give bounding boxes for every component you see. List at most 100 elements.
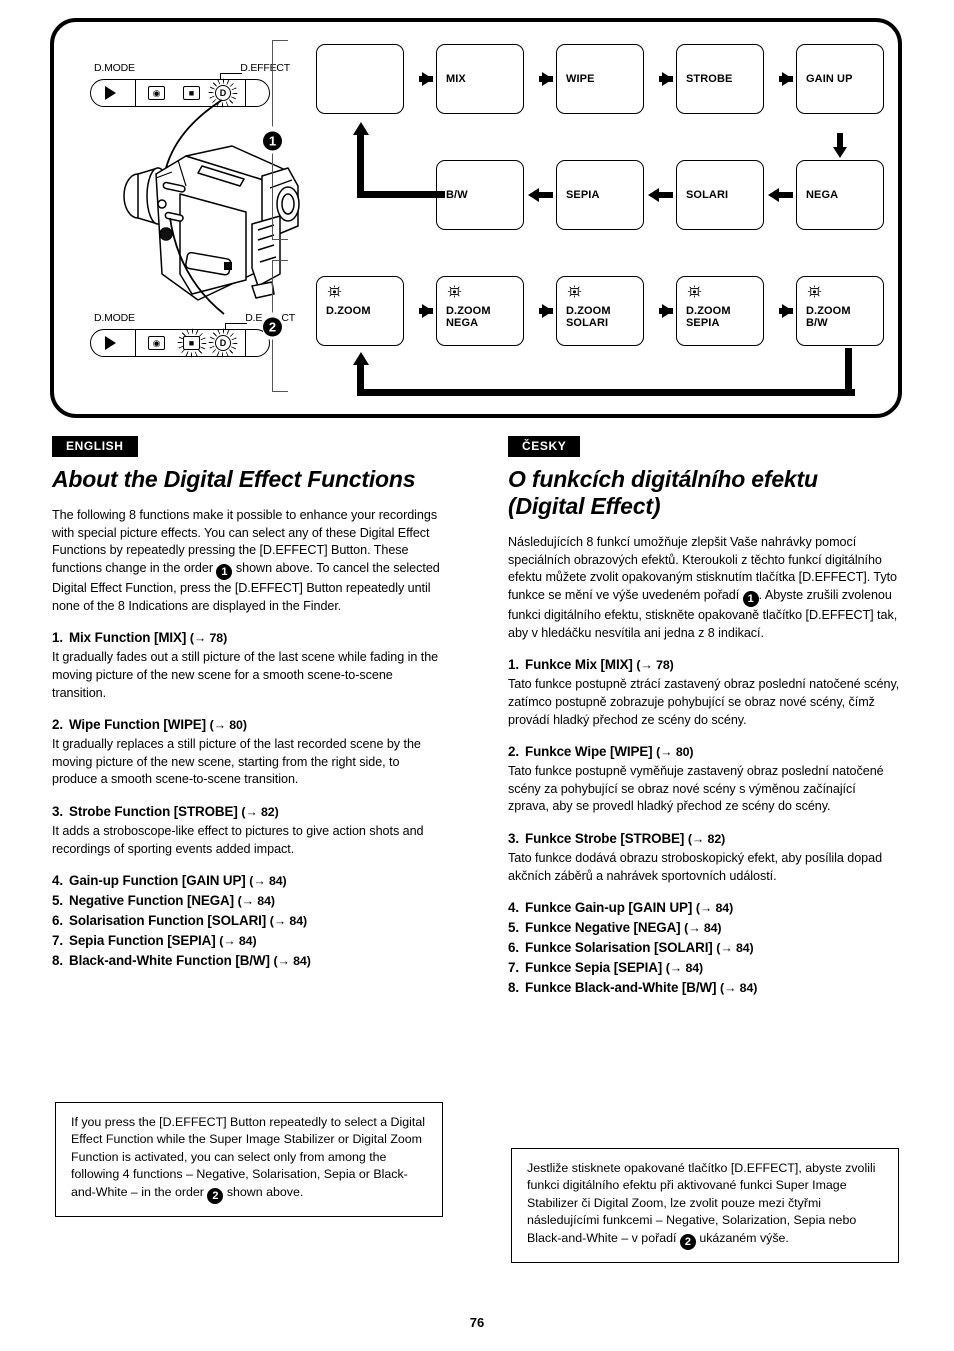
flow-box-dzoom: D.ZOOM xyxy=(316,276,404,346)
arrow-left-icon xyxy=(528,188,553,202)
arrow-left-icon xyxy=(768,188,793,202)
english-intro: The following 8 functions make it possib… xyxy=(52,507,444,615)
digital-zoom-icon xyxy=(327,285,342,298)
item-page-ref[interactable]: (→ 84) xyxy=(666,961,703,975)
item-page-ref[interactable]: (→ 84) xyxy=(270,914,307,928)
czech-note-text: Jestliže stisknete opakované tlačítko [D… xyxy=(527,1160,885,1251)
english-item-7-heading: 7. Sepia Function [SEPIA] (→ 84) xyxy=(52,932,444,950)
item-page-ref[interactable]: (→ 84) xyxy=(716,941,753,955)
flow-box-dzoom-nega: D.ZOOM NEGA xyxy=(436,276,524,346)
arrow-right-icon xyxy=(419,72,433,86)
item-number: 6. xyxy=(508,940,519,956)
arrow-right-icon xyxy=(539,72,553,86)
control-panel-2-bar: ◉ ■ D xyxy=(90,329,270,357)
czech-item-6-heading: 6. Funkce Solarisation [SOLARI] (→ 84) xyxy=(508,939,900,957)
english-item-1-body: It gradually fades out a still picture o… xyxy=(52,650,439,700)
flow-box-label: D.ZOOM xyxy=(326,305,371,317)
flow-box-line1: D.ZOOM xyxy=(446,305,491,317)
item-number: 3. xyxy=(52,804,63,820)
flow-box-line2: NEGA xyxy=(446,317,479,329)
arrow-right-icon xyxy=(779,304,793,318)
illustration-panel: D.MODE D.EFFECT ◉ ■ D D.MODE ◉ ■ D 1 2 M… xyxy=(50,18,902,418)
arrow-right-icon xyxy=(779,72,793,86)
czech-item-3-body: Tato funkce dodává obrazu stroboskopický… xyxy=(508,851,883,883)
item-page-ref[interactable]: (→ 84) xyxy=(684,921,721,935)
control-panel-1: D.MODE D.EFFECT ◉ ■ D xyxy=(90,62,290,107)
item-title: Funkce Gain-up [GAIN UP] xyxy=(525,900,693,916)
loop-segment xyxy=(845,348,852,390)
english-item-2-heading: 2. Wipe Function [WIPE] (→ 80) xyxy=(52,716,444,734)
czech-item-3-heading: 3. Funkce Strobe [STROBE] (→ 82) xyxy=(508,830,900,848)
flow-box-label: STROBE xyxy=(686,73,733,85)
digital-zoom-icon xyxy=(567,285,582,298)
arrow-left-icon xyxy=(648,188,673,202)
flow-box-wipe: WIPE xyxy=(556,44,644,114)
flow-box-start xyxy=(316,44,404,114)
item-title: Funkce Negative [NEGA] xyxy=(525,920,681,936)
item-title: Funkce Strobe [STROBE] xyxy=(525,831,685,847)
czech-note-box: Jestliže stisknete opakované tlačítko [D… xyxy=(511,1148,899,1264)
flow-box-dzoom-solari: D.ZOOM SOLARI xyxy=(556,276,644,346)
item-title: Sepia Function [SEPIA] xyxy=(69,933,216,949)
flow-box-label: SOLARI xyxy=(686,189,729,201)
english-item-1-heading: 1. Mix Function [MIX] (→ 78) xyxy=(52,629,444,647)
control-panel-1-bar: ◉ ■ D xyxy=(90,79,270,107)
item-title: Wipe Function [WIPE] xyxy=(69,717,206,733)
item-page-ref[interactable]: (→ 78) xyxy=(190,631,227,645)
sequence-bracket-1: 1 xyxy=(263,40,288,240)
loop-segment xyxy=(357,135,364,198)
flow-box-label: SEPIA xyxy=(566,189,600,201)
item-number: 4. xyxy=(52,873,63,889)
item-page-ref[interactable]: (→ 82) xyxy=(688,832,725,846)
item-title: Solarisation Function [SOLARI] xyxy=(69,913,267,929)
sequence-marker-1-inline: 1 xyxy=(742,591,759,608)
flow-box-gain-up: GAIN UP xyxy=(796,44,884,114)
flow-box-line2: B/W xyxy=(806,317,828,329)
item-page-ref[interactable]: (→ 80) xyxy=(210,718,247,732)
flow-box-label: MIX xyxy=(446,73,466,85)
arrow-right-icon xyxy=(659,304,673,318)
item-page-ref[interactable]: (→ 84) xyxy=(249,874,286,888)
arrow-right-icon xyxy=(419,304,433,318)
english-item-6-heading: 6. Solarisation Function [SOLARI] (→ 84) xyxy=(52,912,444,930)
english-note-part-b: shown above. xyxy=(223,1184,304,1199)
item-page-ref[interactable]: (→ 84) xyxy=(238,894,275,908)
english-item-2-body: It gradually replaces a still picture of… xyxy=(52,737,421,787)
flow-box-solari: SOLARI xyxy=(676,160,764,230)
digital-zoom-icon xyxy=(687,285,702,298)
item-title: Black-and-White Function [B/W] xyxy=(69,953,270,969)
flow-box-label: D.ZOOM NEGA xyxy=(446,305,491,329)
flow-box-strobe: STROBE xyxy=(676,44,764,114)
flow-box-label: D.ZOOM SEPIA xyxy=(686,305,731,329)
item-number: 7. xyxy=(52,933,63,949)
item-page-ref[interactable]: (→ 84) xyxy=(696,901,733,915)
arrow-down-icon xyxy=(833,133,847,158)
item-number: 5. xyxy=(508,920,519,936)
item-page-ref[interactable]: (→ 84) xyxy=(720,981,757,995)
play-icon xyxy=(105,86,116,100)
item-page-ref[interactable]: (→ 78) xyxy=(636,658,673,672)
item-title: Funkce Solarisation [SOLARI] xyxy=(525,940,713,956)
image-stabilizer-icon: ◉ xyxy=(148,336,165,350)
item-title: Funkce Sepia [SEPIA] xyxy=(525,960,663,976)
czech-item-4-heading: 4. Funkce Gain-up [GAIN UP] (→ 84) xyxy=(508,899,900,917)
flow-box-dzoom-sepia: D.ZOOM SEPIA xyxy=(676,276,764,346)
flow-box-line1: D.ZOOM xyxy=(686,305,731,317)
flow-box-line1: D.ZOOM xyxy=(806,305,851,317)
flow-box-sepia: SEPIA xyxy=(556,160,644,230)
loop-back-arrow-row1 xyxy=(342,118,445,198)
item-page-ref[interactable]: (→ 84) xyxy=(219,934,256,948)
arrow-up-icon xyxy=(352,122,369,135)
english-item-5-heading: 5. Negative Function [NEGA] (→ 84) xyxy=(52,892,444,910)
item-title: Funkce Black-and-White [B/W] xyxy=(525,980,717,996)
flow-box-bw: B/W xyxy=(436,160,524,230)
czech-item-2-heading: 2. Funkce Wipe [WIPE] (→ 80) xyxy=(508,743,900,761)
item-page-ref[interactable]: (→ 82) xyxy=(241,805,278,819)
dmode-label: D.MODE xyxy=(94,62,135,74)
item-page-ref[interactable]: (→ 84) xyxy=(273,954,310,968)
item-number: 5. xyxy=(52,893,63,909)
page-number: 76 xyxy=(469,1315,485,1330)
item-page-ref[interactable]: (→ 80) xyxy=(656,745,693,759)
loop-segment xyxy=(357,389,855,396)
czech-item-7-heading: 7. Funkce Sepia [SEPIA] (→ 84) xyxy=(508,959,900,977)
